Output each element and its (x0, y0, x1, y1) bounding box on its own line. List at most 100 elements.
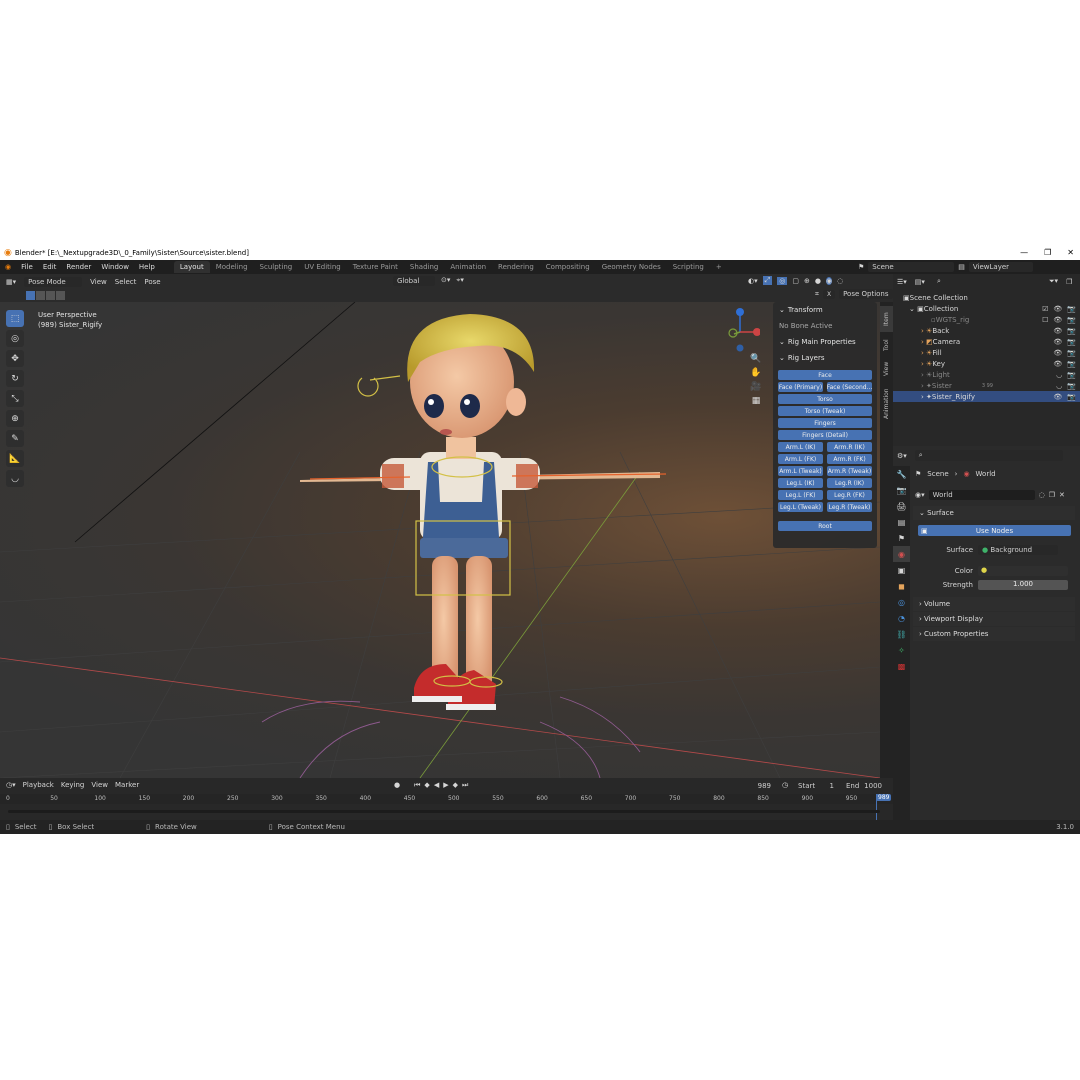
scene-collection-row[interactable]: ▣ Scene Collection (893, 292, 1080, 303)
rig-layers-header[interactable]: ⌄ Rig Layers (773, 350, 877, 366)
editor-type-icon[interactable]: ▦▾ (6, 278, 16, 286)
add-workspace-icon[interactable]: + (710, 261, 728, 273)
overlay-toggle-icon[interactable]: ◎ (777, 276, 788, 285)
tab-shading[interactable]: Shading (404, 261, 444, 273)
unlink-icon[interactable]: ✕ (1059, 491, 1065, 499)
world-browse-icon[interactable]: ◉▾ (915, 491, 925, 499)
outliner-item-camera[interactable]: › ◩ Camera 👁 📷 (893, 336, 1080, 347)
scene-icon[interactable]: ⚑ (858, 263, 864, 271)
menu-view[interactable]: View (90, 278, 107, 286)
layer-arm-r-ik-button[interactable]: Arm.R (IK) (827, 442, 872, 452)
select-new-icon[interactable] (26, 291, 35, 300)
timeline-editor-icon[interactable]: ◷▾ (6, 781, 16, 789)
layer-leg-l-ik-button[interactable]: Leg.L (IK) (778, 478, 823, 488)
frame-ruler[interactable]: 0 50 100 150 200 250 300 350 400 450 500 550 600 650 7… (0, 794, 893, 804)
playhead-label[interactable]: 989 (876, 794, 892, 801)
properties-search-input[interactable]: ⌕ (914, 450, 1063, 461)
snap-icon[interactable]: ⌖▾ (456, 276, 463, 286)
breadcrumb-world[interactable]: World (976, 470, 996, 478)
jump-end-icon[interactable]: ⏭ (462, 781, 468, 790)
outliner-item-light[interactable]: › ☀ Light ◡ 📷 (893, 369, 1080, 380)
pan-hand-icon[interactable]: ✋ (750, 368, 761, 378)
tab-item[interactable]: Item (880, 306, 893, 332)
layer-torso-button[interactable]: Torso (778, 394, 872, 404)
shading-wire-icon[interactable]: ⊕ (804, 277, 810, 285)
output-tab-icon[interactable]: 🖨 (893, 498, 910, 514)
outliner-item-sister[interactable]: › ✦ Sister 3 99 ◡ 📷 (893, 380, 1080, 391)
clock-icon[interactable]: ◷ (782, 781, 788, 789)
menu-select[interactable]: Select (115, 278, 137, 286)
world-name-field[interactable]: World (928, 490, 1035, 500)
record-icon[interactable]: ● (394, 781, 400, 790)
menu-playback[interactable]: Playback (23, 781, 54, 789)
minimize-icon[interactable]: — (1020, 246, 1028, 260)
shading-material-icon[interactable]: ◉ (825, 276, 833, 285)
layer-face-primary-button[interactable]: Face (Primary) (778, 382, 823, 392)
transform-orientation-dropdown[interactable]: Global (393, 276, 435, 286)
surface-shader-field[interactable]: ● Background (978, 545, 1058, 555)
use-nodes-button[interactable]: ▣ Use Nodes (918, 525, 1071, 536)
layer-leg-r-tweak-button[interactable]: Leg.R (Tweak) (827, 502, 872, 512)
outliner-editor-icon[interactable]: ☰▾ (897, 278, 907, 286)
layer-arm-l-tweak-button[interactable]: Arm.L (Tweak) (778, 466, 823, 476)
render-tab-icon[interactable]: 📷 (893, 482, 910, 498)
menu-keying[interactable]: Keying (61, 781, 85, 789)
layer-arm-r-fk-button[interactable]: Arm.R (FK) (827, 454, 872, 464)
object-tab-icon[interactable]: ◼ (893, 578, 910, 594)
volume-section-header[interactable]: › Volume (913, 597, 1075, 611)
tab-modeling[interactable]: Modeling (210, 261, 254, 273)
prev-keyframe-icon[interactable]: ◆ (424, 781, 429, 790)
collection-row[interactable]: ⌄ ▣ Collection ☑ 👁 📷 (893, 303, 1080, 314)
tool-tab-icon[interactable]: 🔧 (893, 466, 910, 482)
start-frame-field[interactable]: Start 1 (794, 781, 838, 791)
mode-dropdown[interactable]: Pose Mode (24, 276, 83, 287)
shading-rendered-icon[interactable]: ◌ (837, 277, 843, 285)
rotate-tool-icon[interactable]: ↻ (6, 370, 24, 387)
checkbox-icon[interactable]: ☑ (1042, 305, 1048, 313)
menu-timeline-view[interactable]: View (91, 781, 108, 789)
duplicate-icon[interactable]: ❐ (1049, 491, 1055, 499)
layer-torso-tweak-button[interactable]: Torso (Tweak) (778, 406, 872, 416)
tab-animation[interactable]: Animation (444, 261, 492, 273)
layer-leg-r-fk-button[interactable]: Leg.R (FK) (827, 490, 872, 500)
tab-compositing[interactable]: Compositing (540, 261, 596, 273)
color-field[interactable]: ● (978, 566, 1068, 576)
menu-render[interactable]: Render (61, 263, 96, 271)
tab-tool[interactable]: Tool (880, 334, 893, 356)
fake-user-icon[interactable]: ◌ (1039, 491, 1045, 499)
pivot-icon[interactable]: ⊙▾ (441, 276, 450, 286)
gizmo-toggle-icon[interactable]: ⤢ (762, 276, 773, 285)
layer-leg-l-fk-button[interactable]: Leg.L (FK) (778, 490, 823, 500)
annotate-tool-icon[interactable]: ✎ (6, 430, 24, 447)
character-sister[interactable] (300, 314, 660, 710)
view-layer-tab-icon[interactable]: ▤ (893, 514, 910, 530)
layer-root-button[interactable]: Root (778, 521, 872, 531)
breakdowner-tool-icon[interactable]: ◡ (6, 470, 24, 487)
layer-arm-l-ik-button[interactable]: Arm.L (IK) (778, 442, 823, 452)
collection-tab-icon[interactable]: ▣ (893, 562, 910, 578)
scene-field[interactable]: Scene (868, 262, 955, 272)
select-extend-icon[interactable] (36, 291, 45, 300)
layer-fingers-button[interactable]: Fingers (778, 418, 872, 428)
layer-face-button[interactable]: Face (778, 370, 872, 380)
tab-texture-paint[interactable]: Texture Paint (347, 261, 404, 273)
zoom-icon[interactable]: 🔍 (750, 354, 761, 364)
outliner-item-key[interactable]: › ☀ Key 👁 📷 (893, 358, 1080, 369)
view-layer-field[interactable]: ViewLayer (968, 262, 1033, 272)
texture-tab-icon[interactable]: ▩ (893, 658, 910, 674)
layer-arm-r-tweak-button[interactable]: Arm.R (Tweak) (827, 466, 872, 476)
world-tab-icon[interactable]: ◉ (893, 546, 910, 562)
menu-window[interactable]: Window (96, 263, 134, 271)
outliner-item-fill[interactable]: › ☀ Fill 👁 📷 (893, 347, 1080, 358)
next-keyframe-icon[interactable]: ◆ (453, 781, 458, 790)
jump-start-icon[interactable]: ⏮ (414, 781, 420, 790)
properties-editor-icon[interactable]: ⚙▾ (897, 452, 907, 460)
new-collection-icon[interactable]: ❐ (1066, 278, 1072, 286)
tab-uv-editing[interactable]: UV Editing (298, 261, 347, 273)
display-mode-icon[interactable]: ▤▾ (915, 278, 925, 286)
tab-sculpting[interactable]: Sculpting (254, 261, 299, 273)
layer-leg-l-tweak-button[interactable]: Leg.L (Tweak) (778, 502, 823, 512)
modifier-tab-icon[interactable]: ◎ (893, 594, 910, 610)
select-tool-icon[interactable]: ⬚ (6, 310, 24, 327)
eye-icon[interactable]: 👁 (1053, 305, 1062, 313)
